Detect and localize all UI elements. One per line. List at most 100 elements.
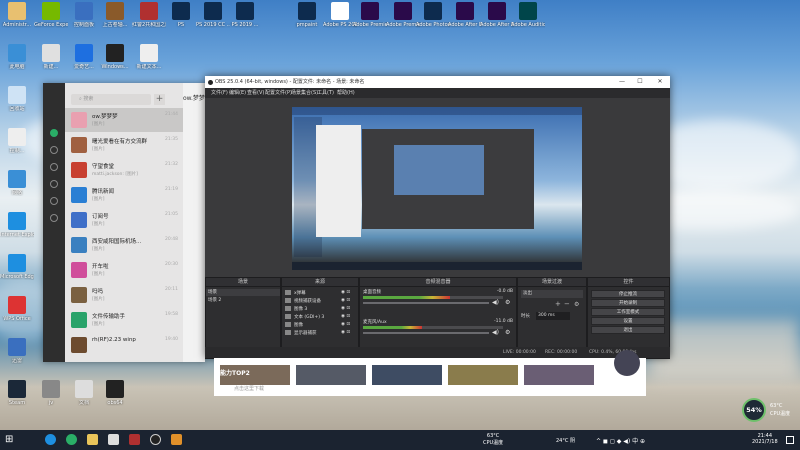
chat-list-item[interactable]: 文件传输助手 [图片] 19:58 xyxy=(65,308,183,332)
obs-preview[interactable] xyxy=(292,107,582,270)
fader-track[interactable] xyxy=(363,302,489,304)
chat-list-item[interactable]: 吗吗 [图片] 20:11 xyxy=(65,283,183,307)
source-item[interactable]: x弹幕 ◉ ⊡ xyxy=(285,290,350,296)
menu-item[interactable]: 编辑(E) xyxy=(229,89,246,96)
clock[interactable]: 21:44 2021/7/18 xyxy=(752,433,778,445)
app-icon[interactable] xyxy=(129,434,140,445)
desktop-icon[interactable]: Adobe After Effects ... xyxy=(480,2,514,28)
desktop-icon[interactable]: 控制... xyxy=(0,128,34,154)
avatar[interactable] xyxy=(614,350,640,376)
video-thumbnail[interactable] xyxy=(372,365,442,385)
chat-list-item[interactable]: 开车啦 [图片] 20:30 xyxy=(65,258,183,282)
desktop-icon[interactable]: Steam xyxy=(0,380,34,406)
desktop-icon[interactable]: GeForce Experience xyxy=(34,2,68,28)
video-thumbnail[interactable] xyxy=(296,365,366,385)
file-explorer-icon[interactable] xyxy=(87,434,98,445)
moments-icon[interactable] xyxy=(50,197,58,205)
tray-icons[interactable]: ^ ◼ ◻ ◆ ◀) 中 ⊕ xyxy=(596,436,645,445)
visibility-lock-icon[interactable]: ◉ ⊡ xyxy=(341,330,350,335)
scene-item[interactable]: 场景 xyxy=(206,289,280,296)
channel-settings-icon[interactable]: ⚙ xyxy=(505,329,510,336)
download-link[interactable]: 点击这里下载 xyxy=(234,385,264,392)
chat-list-item[interactable]: 西安咸阳国际机场... [图片] 20:48 xyxy=(65,233,183,257)
chat-list-item[interactable]: 腾讯新闻 [图片] 21:19 xyxy=(65,183,183,207)
fader-track[interactable] xyxy=(363,332,489,334)
visibility-lock-icon[interactable]: ◉ ⊡ xyxy=(341,322,350,327)
video-thumbnail[interactable] xyxy=(524,365,594,385)
source-item[interactable]: 文本 (GDI+) 3 ◉ ⊡ xyxy=(285,314,350,320)
ranking-label[interactable]: 能力TOP2 xyxy=(220,368,250,377)
desktop-icon[interactable]: obs64 xyxy=(98,380,132,406)
chat-list-item[interactable]: 订阅号 [图片] 21:05 xyxy=(65,208,183,232)
scene-item[interactable]: 场景 2 xyxy=(206,297,280,304)
desktop-icon[interactable]: 控制面板 xyxy=(67,2,101,28)
desktop-icon[interactable]: WPS Office xyxy=(0,296,34,322)
remove-transition-button[interactable]: − xyxy=(564,300,570,308)
desktop-icon[interactable]: Microsoft Edge xyxy=(0,254,34,280)
desktop-icon[interactable]: jv xyxy=(34,380,68,406)
start-icon[interactable]: ⊞ xyxy=(5,434,16,445)
visibility-lock-icon[interactable]: ◉ ⊡ xyxy=(341,290,350,295)
maximize-button[interactable]: ☐ xyxy=(631,76,649,88)
chat-list-item[interactable]: 守望食堂 matti.jackson: [图片] 21:32 xyxy=(65,158,183,182)
desktop-icon[interactable]: PS xyxy=(164,2,198,28)
chat-list-item[interactable]: rh(RF)2.23 winp 19:40 xyxy=(65,333,183,357)
desktop-icon[interactable]: Adobe Audition... xyxy=(511,2,545,28)
menu-item[interactable]: 工具(T) xyxy=(317,89,334,96)
source-item[interactable]: 图像 ◉ ⊡ xyxy=(285,322,350,328)
visibility-lock-icon[interactable]: ◉ ⊡ xyxy=(341,306,350,311)
duration-input[interactable]: 300 ms xyxy=(536,312,570,320)
video-thumbnail[interactable] xyxy=(448,365,518,385)
weather[interactable]: 24°C 阴 xyxy=(556,437,575,444)
menu-item[interactable]: 帮助(H) xyxy=(337,89,355,96)
channel-settings-icon[interactable]: ⚙ xyxy=(505,299,510,306)
desktop-icon[interactable]: 红警2共和国之辉 xyxy=(132,2,166,28)
desktop-icon[interactable]: 迅雷 xyxy=(0,338,34,364)
control-button[interactable]: 工作室模式 xyxy=(591,308,665,316)
control-button[interactable]: 停止推流 xyxy=(591,290,665,298)
desktop-icon[interactable]: 回收站 xyxy=(0,86,34,112)
wechat-icon[interactable] xyxy=(66,434,77,445)
desktop-icon[interactable]: 网络 xyxy=(0,170,34,196)
add-transition-button[interactable]: + xyxy=(555,300,561,308)
favorites-icon[interactable] xyxy=(50,163,58,171)
desktop-icon[interactable]: Internet Explorer xyxy=(0,212,34,238)
desktop-icon[interactable]: 新建... xyxy=(34,44,68,70)
control-button[interactable]: 退出 xyxy=(591,326,665,334)
cpu-tray[interactable]: 63°C CPU温度 xyxy=(483,433,503,446)
desktop-icon[interactable]: 新建文本... xyxy=(132,44,166,70)
desktop-icon[interactable]: PS 2019 CC ... xyxy=(196,2,230,28)
speaker-icon[interactable]: ◀) xyxy=(492,299,499,306)
desktop-icon[interactable]: 爱奇艺... xyxy=(67,44,101,70)
app-icon[interactable] xyxy=(171,434,182,445)
visibility-lock-icon[interactable]: ◉ ⊡ xyxy=(341,314,350,319)
desktop-icon[interactable]: Adobe Photoshop... xyxy=(416,2,450,28)
app-icon[interactable] xyxy=(108,434,119,445)
close-button[interactable]: ✕ xyxy=(651,76,669,88)
add-button[interactable]: + xyxy=(154,94,165,105)
control-button[interactable]: 设置 xyxy=(591,317,665,325)
search-input[interactable]: ⌕ 搜索 xyxy=(71,94,151,105)
cpu-widget[interactable]: 54% 63°C CPU温度 xyxy=(742,398,794,424)
settings-icon[interactable] xyxy=(50,214,58,222)
desktop-icon[interactable]: Adobe PS 2021... xyxy=(323,2,357,28)
menu-item[interactable]: 配置文件(P) xyxy=(265,89,292,96)
notification-icon[interactable] xyxy=(786,436,794,444)
desktop-icon[interactable]: Adobe Premiere... xyxy=(353,2,387,28)
desktop-icon[interactable]: PS 2019 ... xyxy=(228,2,262,28)
edge-icon[interactable] xyxy=(45,434,56,445)
source-item[interactable]: 视频捕获设备 ◉ ⊡ xyxy=(285,298,350,304)
contacts-icon[interactable] xyxy=(50,146,58,154)
speaker-icon[interactable]: ◀) xyxy=(492,329,499,336)
transition-select[interactable]: 淡出 xyxy=(521,290,583,298)
desktop-icon[interactable]: 文档 xyxy=(67,380,101,406)
desktop-icon[interactable]: 此电脑 xyxy=(0,44,34,70)
files-icon[interactable] xyxy=(50,180,58,188)
desktop-icon[interactable]: Administr... xyxy=(0,2,34,28)
desktop-icon[interactable]: Adobe After Effects... xyxy=(448,2,482,28)
control-button[interactable]: 开始录制 xyxy=(591,299,665,307)
desktop-icon[interactable]: Windows... xyxy=(98,44,132,70)
desktop-icon[interactable]: Adobe Premiere... xyxy=(386,2,420,28)
menu-item[interactable]: 查看(V) xyxy=(247,89,264,96)
chat-list-item[interactable]: 曙光爱看在有方交流群 [图片] 21:35 xyxy=(65,133,183,157)
